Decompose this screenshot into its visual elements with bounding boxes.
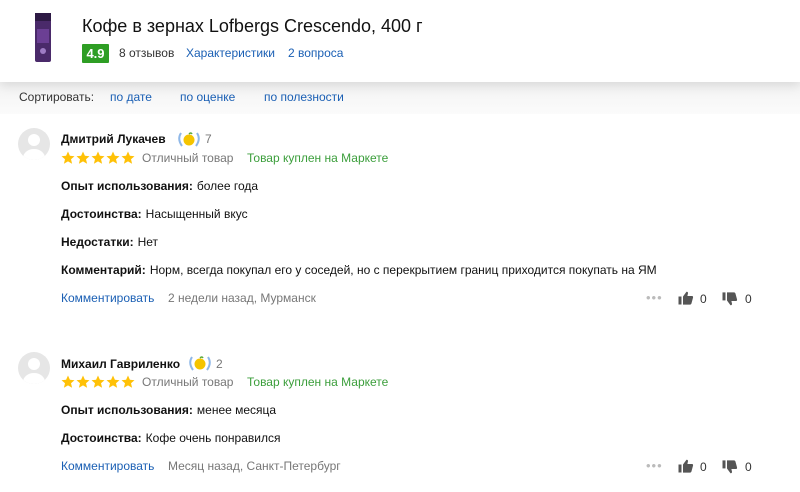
star-icon [91, 375, 105, 388]
questions-link[interactable]: 2 вопроса [288, 46, 343, 60]
likes-count: 0 [700, 292, 707, 306]
star-icon [61, 375, 75, 388]
star-icon [91, 151, 105, 164]
star-rating [61, 375, 135, 389]
bought-on-market-badge: Товар куплен на Маркете [247, 151, 389, 165]
thumbs-down-icon[interactable] [722, 460, 738, 474]
star-icon [121, 375, 135, 388]
sort-by-usefulness[interactable]: по полезности [264, 90, 344, 104]
comment-link[interactable]: Комментировать [61, 291, 154, 305]
product-title: Кофе в зернах Lofbergs Crescendo, 400 г [82, 16, 423, 36]
rating-badge: 4.9 [82, 44, 109, 63]
field-label: Достоинства: [61, 431, 142, 445]
review-field: Достоинства: Кофе очень понравился [61, 431, 280, 445]
thumbs-down-icon[interactable] [722, 292, 738, 306]
field-value: более года [196, 179, 259, 193]
likes-count: 0 [700, 460, 707, 474]
sort-by-date[interactable]: по дате [110, 90, 152, 104]
review-field: Комментарий: Норм, всегда покупал его у с… [61, 263, 657, 277]
thumbs-up-icon[interactable] [678, 291, 694, 305]
more-dots-icon[interactable]: ••• [646, 458, 663, 473]
review-meta: 2 недели назад, Мурманск [168, 291, 316, 305]
achievement-count: 7 [205, 132, 212, 146]
review-field: Достоинства: Насыщенный вкус [61, 207, 248, 221]
field-label: Достоинства: [61, 207, 142, 221]
thumbs-up-icon[interactable] [678, 459, 694, 473]
field-value: Норм, всегда покупал его у соседей, но с… [149, 263, 657, 277]
comment-link[interactable]: Комментировать [61, 459, 154, 473]
review-field: Опыт использования: менее месяца [61, 403, 276, 417]
achievement-count: 2 [216, 357, 223, 371]
review-field: Недостатки: Нет [61, 235, 158, 249]
author-name[interactable]: Михаил Гавриленко [61, 357, 180, 371]
field-label: Опыт использования: [61, 179, 193, 193]
dislikes-count: 0 [745, 292, 752, 306]
star-icon [106, 375, 120, 388]
reviews-count[interactable]: 8 отзывов [119, 46, 174, 60]
field-label: Недостатки: [61, 235, 134, 249]
field-value: Кофе очень понравился [145, 431, 281, 445]
star-icon [106, 151, 120, 164]
product-header: Кофе в зернах Lofbergs Crescendo, 400 г … [0, 0, 800, 82]
star-icon [76, 151, 90, 164]
laurel-achievement-icon[interactable] [176, 130, 202, 148]
verdict-text: Отличный товар [142, 375, 234, 389]
star-icon [121, 151, 135, 164]
field-value: менее месяца [196, 403, 277, 417]
more-dots-icon[interactable]: ••• [646, 290, 663, 305]
field-value: Нет [137, 235, 159, 249]
field-value: Насыщенный вкус [145, 207, 248, 221]
star-rating [61, 151, 135, 165]
review-meta: Месяц назад, Санкт-Петербург [168, 459, 341, 473]
sort-by-rating[interactable]: по оценке [180, 90, 235, 104]
field-label: Опыт использования: [61, 403, 193, 417]
star-icon [76, 375, 90, 388]
dislikes-count: 0 [745, 460, 752, 474]
specs-link[interactable]: Характеристики [186, 46, 275, 60]
review-field: Опыт использования: более года [61, 179, 258, 193]
avatar[interactable] [18, 352, 50, 384]
bought-on-market-badge: Товар куплен на Маркете [247, 375, 389, 389]
field-label: Комментарий: [61, 263, 146, 277]
sort-bar: Сортировать: по дате по оценке по полезн… [0, 82, 800, 114]
author-name[interactable]: Дмитрий Лукачев [61, 132, 166, 146]
product-thumbnail[interactable] [31, 11, 55, 64]
verdict-text: Отличный товар [142, 151, 234, 165]
star-icon [61, 151, 75, 164]
laurel-achievement-icon[interactable] [187, 354, 213, 372]
sort-label: Сортировать: [19, 90, 95, 104]
avatar[interactable] [18, 128, 50, 160]
